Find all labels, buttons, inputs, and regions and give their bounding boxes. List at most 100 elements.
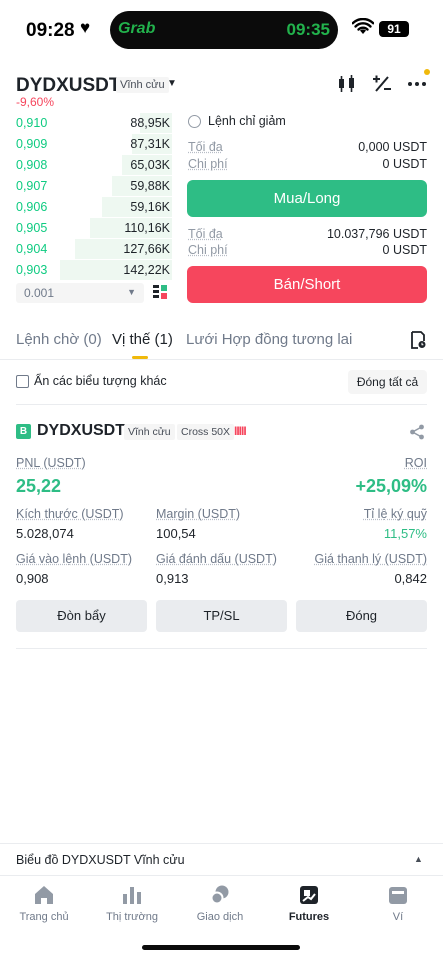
order-book-row[interactable]: 0,909 87,31K: [0, 133, 180, 155]
bid-price: 0,907: [16, 179, 48, 193]
long-cost-value: 0 USDT: [382, 157, 427, 171]
nav-label: Futures: [288, 911, 330, 923]
precision-select[interactable]: 0.001 ▼: [16, 283, 144, 303]
order-book-row[interactable]: 0,903 142,22K: [0, 259, 180, 281]
roi-value: +25,09%: [355, 476, 427, 496]
nav-wallet[interactable]: Ví: [354, 884, 442, 934]
chevron-down-icon: ▼: [127, 287, 136, 297]
risk-level-bars: IIIII: [234, 424, 247, 438]
precision-value: 0.001: [24, 286, 55, 300]
share-icon[interactable]: [409, 424, 425, 440]
nav-label: Thị trường: [106, 911, 158, 923]
hide-other-symbols-label: Ẩn các biểu tượng khác: [34, 374, 167, 388]
more-options-icon[interactable]: [406, 74, 428, 94]
margin-ratio-value: 11,57%: [383, 526, 427, 541]
home-icon: [35, 886, 53, 904]
short-cost-value: 0 USDT: [382, 243, 427, 257]
reduce-only-label: Lệnh chỉ giảm: [208, 114, 286, 128]
nav-trade[interactable]: Giao dịch: [176, 884, 264, 934]
nav-home[interactable]: Trang chủ: [0, 884, 88, 934]
order-book-row[interactable]: 0,910 88,95K: [0, 112, 180, 134]
wallet-icon: [389, 887, 407, 904]
mark-price-value: 0,913: [156, 571, 189, 586]
close-all-button[interactable]: Đóng tất cả: [348, 370, 427, 394]
candlestick-chart-icon[interactable]: [336, 74, 358, 94]
size-label: Kích thước (USDT): [16, 507, 124, 521]
bid-quantity: 59,88K: [130, 179, 170, 193]
tpsl-button[interactable]: TP/SL: [156, 600, 287, 632]
bid-price: 0,904: [16, 242, 48, 256]
order-book-row[interactable]: 0,905 110,16K: [0, 217, 180, 239]
heart-icon: ♥: [80, 18, 91, 37]
hide-other-symbols-checkbox[interactable]: [16, 375, 29, 388]
bid-price: 0,906: [16, 200, 48, 214]
position-symbol[interactable]: DYDXUSDT: [37, 422, 125, 440]
divider: [16, 404, 427, 405]
bid-quantity: 127,66K: [123, 242, 170, 256]
bid-quantity: 65,03K: [130, 158, 170, 172]
pair-dropdown-icon[interactable]: ▼: [167, 78, 177, 89]
liquidation-price-value: 0,842: [394, 571, 427, 586]
sell-short-button[interactable]: Bán/Short: [187, 266, 427, 303]
pnl-label: PNL (USDT): [16, 456, 86, 470]
buy-long-button[interactable]: Mua/Long: [187, 180, 427, 217]
order-book-row[interactable]: 0,904 127,66K: [0, 238, 180, 260]
chevron-up-icon[interactable]: ▲: [414, 854, 423, 864]
bid-price: 0,909: [16, 137, 48, 151]
tab-open-orders[interactable]: Lệnh chờ (0): [16, 331, 102, 348]
chart-drawer-label: Biểu đồ DYDXUSDT Vĩnh cửu: [16, 853, 185, 867]
margin-value: 100,54: [156, 526, 196, 541]
order-history-icon[interactable]: [410, 331, 426, 349]
bid-quantity: 142,22K: [123, 263, 170, 277]
entry-price-value: 0,908: [16, 571, 49, 586]
reduce-only-radio[interactable]: [188, 115, 201, 128]
active-tab-indicator: [132, 356, 148, 359]
roi-label: ROI: [404, 456, 427, 470]
divider: [16, 648, 427, 649]
trade-icon: [210, 885, 229, 905]
bid-price: 0,903: [16, 263, 48, 277]
status-bar: 09:28 ♥ Grab 09:35 91: [0, 0, 443, 62]
grab-logo: Grab: [118, 20, 156, 37]
wifi-icon: [352, 18, 374, 34]
order-book-layout-icon[interactable]: [153, 285, 167, 299]
futures-icon: [300, 886, 318, 904]
long-cost-label: Chi phí: [188, 157, 228, 171]
order-book-row[interactable]: 0,907 59,88K: [0, 175, 180, 197]
margin-label: Margin (USDT): [156, 507, 241, 521]
long-max-value: 0,000 USDT: [358, 140, 427, 154]
mark-price-label: Giá đánh dấu (USDT): [156, 552, 277, 566]
bid-price: 0,910: [16, 116, 48, 130]
order-book-row[interactable]: 0,906 59,16K: [0, 196, 180, 218]
nav-label: Trang chủ: [19, 911, 69, 923]
position-margin-mode-tag: Cross 50X: [177, 424, 235, 440]
short-cost-label: Chi phí: [188, 243, 228, 257]
price-change: -9,60%: [16, 95, 55, 109]
short-max-label: Tối đa: [188, 227, 223, 241]
leverage-button[interactable]: Đòn bẩy: [16, 600, 147, 632]
tab-futures-grid[interactable]: Lưới Hợp đồng tương lai: [186, 331, 352, 348]
bid-quantity: 88,95K: [130, 116, 170, 130]
island-timer: 09:35: [286, 20, 330, 39]
percent-calculator-icon[interactable]: [371, 74, 393, 94]
chart-drawer-bar[interactable]: Biểu đồ DYDXUSDT Vĩnh cửu ▲: [0, 843, 443, 875]
order-book-row[interactable]: 0,908 65,03K: [0, 154, 180, 176]
bid-quantity: 59,16K: [130, 200, 170, 214]
nav-futures[interactable]: Futures: [265, 884, 353, 934]
bid-price: 0,905: [16, 221, 48, 235]
dynamic-island: Grab 09:35: [110, 11, 338, 49]
nav-label: Giao dịch: [196, 911, 244, 923]
bid-quantity: 87,31K: [130, 137, 170, 151]
pnl-value: 25,22: [16, 476, 62, 496]
bid-price: 0,908: [16, 158, 48, 172]
battery-indicator: 91: [379, 21, 409, 37]
status-time: 09:28: [26, 20, 75, 41]
short-max-value: 10.037,796 USDT: [326, 227, 427, 241]
tab-positions[interactable]: Vị thế (1): [112, 331, 173, 348]
bid-quantity: 110,16K: [124, 221, 170, 235]
close-position-button[interactable]: Đóng: [296, 600, 427, 632]
position-contract-tag: Vĩnh cửu: [124, 424, 175, 440]
long-max-label: Tối đa: [188, 140, 223, 154]
nav-markets[interactable]: Thị trường: [88, 884, 176, 934]
pair-symbol[interactable]: DYDXUSDT: [16, 75, 121, 97]
